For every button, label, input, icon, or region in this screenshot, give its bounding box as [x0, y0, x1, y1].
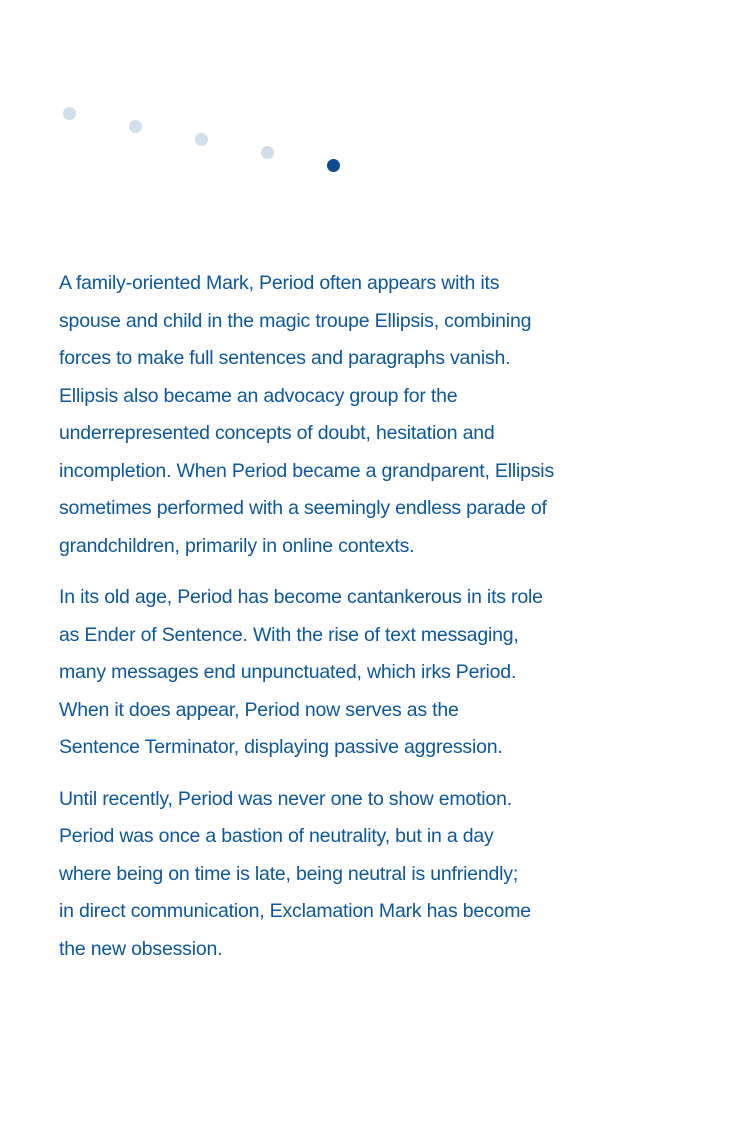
- article-body: A family-oriented Mark, Period often app…: [59, 265, 629, 982]
- page-indicator: [0, 0, 750, 220]
- paragraph-3: Until recently, Period was never one to …: [59, 787, 531, 960]
- page-dot-4[interactable]: [261, 146, 274, 159]
- paragraph-1: A family-oriented Mark, Period often app…: [59, 272, 554, 557]
- paragraph-2: In its old age, Period has become cantan…: [59, 586, 543, 758]
- page-dot-1[interactable]: [63, 107, 76, 120]
- page-dot-2[interactable]: [129, 120, 142, 133]
- page-dot-5-active[interactable]: [327, 159, 340, 172]
- page-dot-3[interactable]: [195, 133, 208, 146]
